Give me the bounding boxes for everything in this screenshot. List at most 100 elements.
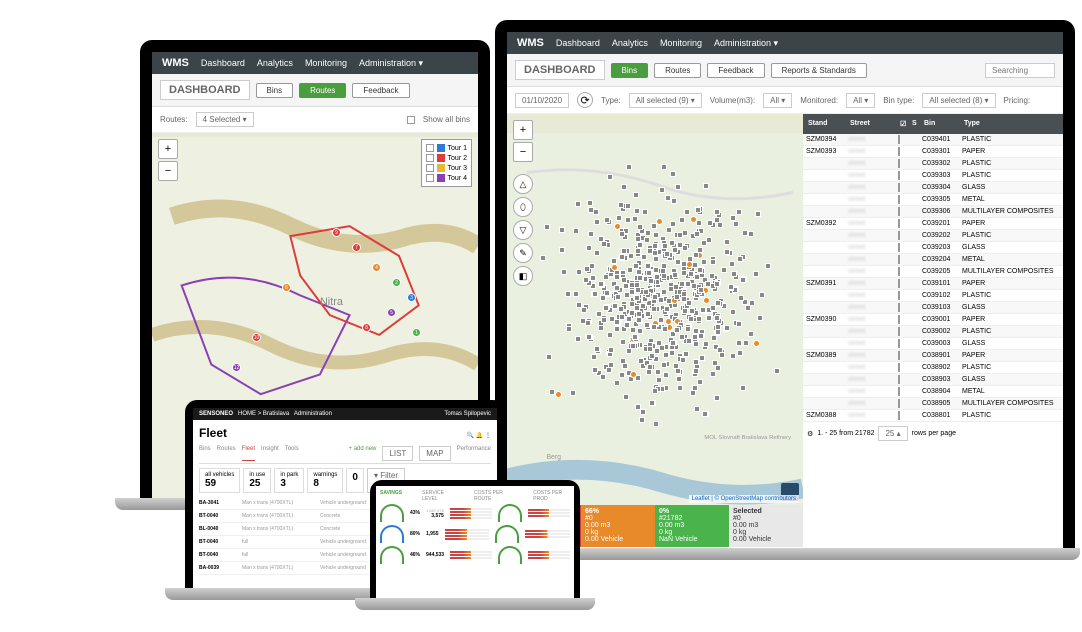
bin-marker[interactable] xyxy=(717,222,723,228)
th-stand[interactable]: Stand xyxy=(805,118,847,130)
bin-marker[interactable] xyxy=(630,327,636,333)
bin-marker[interactable] xyxy=(648,278,654,284)
search-input[interactable] xyxy=(985,63,1055,78)
table-row[interactable]: SZM0388streetC038801PLASTIC xyxy=(803,410,1063,422)
bin-marker[interactable] xyxy=(701,259,707,265)
bin-marker[interactable] xyxy=(646,270,652,276)
bin-marker[interactable] xyxy=(652,243,658,249)
type-select[interactable]: All selected (9) ▾ xyxy=(629,93,702,108)
bin-marker[interactable] xyxy=(575,336,581,342)
th-s[interactable]: S xyxy=(909,118,921,130)
bin-marker[interactable] xyxy=(681,296,687,302)
bin-marker[interactable] xyxy=(682,308,688,314)
bin-marker[interactable] xyxy=(623,394,629,400)
bin-marker[interactable] xyxy=(653,256,659,262)
bin-marker[interactable] xyxy=(632,216,638,222)
bin-marker[interactable] xyxy=(699,355,705,361)
bin-marker[interactable] xyxy=(640,303,646,309)
nav-admin[interactable]: Administration ▾ xyxy=(714,38,778,49)
bin-marker[interactable] xyxy=(600,295,606,301)
tab-feedback[interactable]: Feedback xyxy=(707,63,764,78)
bin-marker[interactable] xyxy=(728,284,734,290)
bin-marker[interactable] xyxy=(714,315,720,321)
bin-marker[interactable] xyxy=(644,237,650,243)
fleet-tab[interactable]: Insight xyxy=(261,446,279,461)
bin-marker[interactable] xyxy=(644,322,650,328)
bin-marker[interactable] xyxy=(619,231,625,237)
bin-marker[interactable] xyxy=(712,360,718,366)
bin-marker[interactable] xyxy=(663,352,669,358)
table-row[interactable]: streetC038904METAL xyxy=(803,386,1063,398)
bin-marker[interactable] xyxy=(669,240,675,246)
bin-marker[interactable] xyxy=(689,308,695,314)
bin-marker[interactable] xyxy=(736,340,742,346)
tab-reports[interactable]: Reports & Standards xyxy=(771,63,867,78)
bin-marker[interactable] xyxy=(672,272,678,278)
table-row[interactable]: SZM0393streetC039301PAPER xyxy=(803,146,1063,158)
breadcrumb[interactable]: HOME > Bratislava xyxy=(238,411,289,417)
bin-marker[interactable] xyxy=(743,340,749,346)
menu-icon[interactable]: ⋮ xyxy=(485,433,491,439)
bin-marker[interactable] xyxy=(614,380,620,386)
bin-marker[interactable] xyxy=(669,350,675,356)
legend-check[interactable] xyxy=(426,174,434,182)
bin-marker[interactable] xyxy=(652,294,658,300)
bin-marker[interactable] xyxy=(601,317,607,323)
showall-checkbox[interactable] xyxy=(407,116,415,124)
bin-marker[interactable] xyxy=(730,215,736,221)
bin-marker[interactable] xyxy=(592,367,598,373)
bin-marker[interactable] xyxy=(629,282,635,288)
bin-marker[interactable] xyxy=(736,321,742,327)
bin-marker[interactable] xyxy=(774,368,780,374)
bin-marker[interactable] xyxy=(607,332,613,338)
bin-marker[interactable] xyxy=(765,263,771,269)
th-type[interactable]: Type xyxy=(961,118,1061,130)
gear-icon[interactable]: ⚙ xyxy=(807,430,813,438)
table-row[interactable]: SZM0394streetC039401PLASTIC xyxy=(803,134,1063,146)
bin-marker[interactable] xyxy=(681,261,687,267)
bin-marker[interactable] xyxy=(748,331,754,337)
bin-marker[interactable] xyxy=(594,346,600,352)
bin-marker[interactable] xyxy=(661,273,667,279)
bin-marker[interactable] xyxy=(674,327,680,333)
bin-marker[interactable] xyxy=(656,377,662,383)
bin-marker[interactable] xyxy=(629,310,635,316)
bin-marker[interactable] xyxy=(710,305,716,311)
table-row[interactable]: streetC039202PLASTIC xyxy=(803,230,1063,242)
user-name[interactable]: Tomas Spilopevic xyxy=(444,411,491,417)
tab-routes[interactable]: Routes xyxy=(654,63,701,78)
bin-marker[interactable] xyxy=(668,286,674,292)
add-button[interactable]: + add new xyxy=(349,446,377,461)
bin-marker[interactable] xyxy=(598,325,604,331)
bin-marker[interactable] xyxy=(666,298,672,304)
map-pin[interactable]: 8 xyxy=(362,323,371,332)
bin-marker[interactable] xyxy=(706,237,712,243)
routes-select[interactable]: 4 Selected ▾ xyxy=(196,112,254,127)
bin-marker[interactable] xyxy=(710,259,716,265)
bin-marker[interactable] xyxy=(625,217,631,223)
map-pin[interactable]: 10 xyxy=(252,333,261,342)
table-row[interactable]: streetC038902PLASTIC xyxy=(803,362,1063,374)
bin-marker[interactable] xyxy=(682,230,688,236)
table-row[interactable]: streetC039306MULTILAYER COMPOSITES xyxy=(803,206,1063,218)
bin-marker[interactable] xyxy=(664,251,670,257)
table-row[interactable]: streetC039205MULTILAYER COMPOSITES xyxy=(803,266,1063,278)
bin-marker[interactable] xyxy=(594,219,600,225)
fire-icon[interactable]: △ xyxy=(513,174,533,194)
bin-marker[interactable] xyxy=(662,243,668,249)
bin-marker[interactable] xyxy=(614,274,620,280)
bin-marker[interactable] xyxy=(645,263,651,269)
volume-select[interactable]: All ▾ xyxy=(763,93,792,108)
bin-marker[interactable] xyxy=(697,267,703,273)
bin-marker[interactable] xyxy=(629,301,635,307)
legend-check[interactable] xyxy=(426,144,434,152)
bin-marker[interactable] xyxy=(591,354,597,360)
bin-marker[interactable] xyxy=(576,269,582,275)
map-pin[interactable]: 4 xyxy=(372,263,381,272)
bin-marker[interactable] xyxy=(655,369,661,375)
bin-marker[interactable] xyxy=(614,319,620,325)
zoom-out-button[interactable]: − xyxy=(513,142,533,162)
bin-marker[interactable] xyxy=(698,287,704,293)
bin-marker[interactable] xyxy=(711,335,717,341)
bin-marker[interactable] xyxy=(641,254,647,260)
